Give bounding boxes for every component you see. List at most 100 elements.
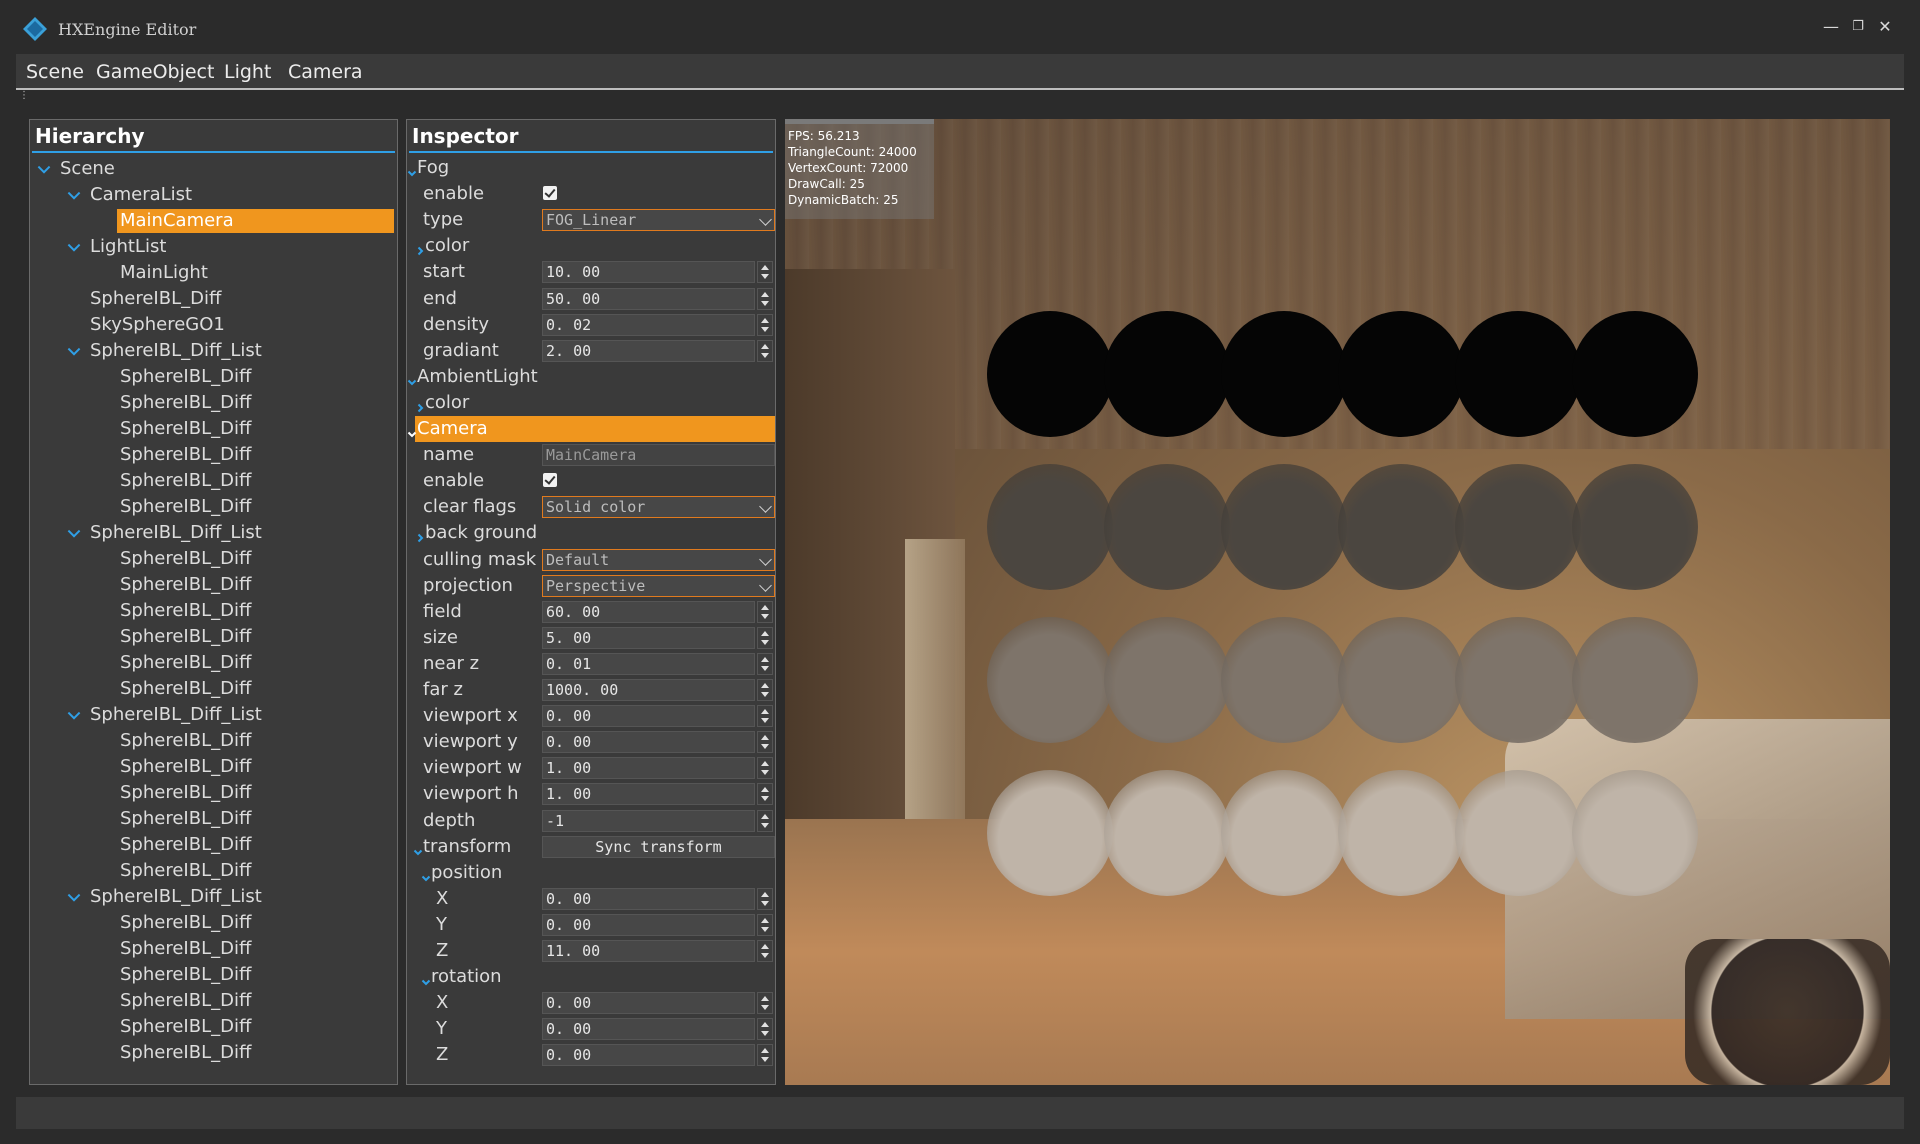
section-arrow-icon[interactable] (407, 372, 417, 386)
spinner-arrows-icon[interactable] (757, 940, 773, 962)
number-field-viewport-w[interactable]: 1. 00 (542, 757, 755, 780)
tree-item[interactable]: SphereIBL_Diff (120, 963, 251, 987)
section-label[interactable]: Fog (417, 155, 449, 181)
tree-item[interactable]: SphereIBL_Diff (120, 755, 251, 779)
sphere-3-0[interactable] (987, 770, 1113, 896)
tree-item[interactable]: SphereIBL_Diff (120, 807, 251, 831)
tree-item[interactable]: SphereIBL_Diff (120, 1015, 251, 1039)
spinner-arrows-icon[interactable] (757, 313, 773, 336)
number-field-viewport-y[interactable]: 0. 00 (542, 731, 755, 754)
tree-expand-arrow-icon[interactable] (66, 707, 82, 723)
section-arrow-icon[interactable] (421, 868, 431, 882)
dropdown-culling-mask[interactable]: Default (542, 548, 775, 571)
dropdown-clear-flags[interactable]: Solid color (542, 496, 775, 519)
sphere-2-2[interactable] (1221, 617, 1347, 743)
tree-item[interactable]: SkySphereGO1 (90, 313, 225, 337)
scene-viewport[interactable]: FPS: 56.213 TriangleCount: 24000 VertexC… (785, 119, 1890, 1085)
section-arrow-icon[interactable] (421, 972, 431, 986)
tree-expand-arrow-icon[interactable] (66, 343, 82, 359)
tree-item[interactable]: SphereIBL_Diff (120, 547, 251, 571)
section-label[interactable]: rotation (431, 964, 502, 990)
sphere-3-1[interactable] (1104, 770, 1230, 896)
spinner-arrows-icon[interactable] (757, 992, 773, 1015)
section-arrow-icon[interactable] (415, 241, 425, 256)
section-label[interactable]: color (425, 390, 469, 416)
tree-expand-arrow-icon[interactable] (66, 525, 82, 541)
section-arrow-icon[interactable] (415, 528, 425, 543)
spinner-arrows-icon[interactable] (757, 1018, 773, 1041)
tree-item[interactable]: SphereIBL_Diff (120, 443, 251, 467)
tree-item[interactable]: SphereIBL_Diff (90, 287, 221, 311)
number-field-depth[interactable]: -1 (542, 809, 755, 832)
number-field-z[interactable]: 11. 00 (542, 940, 755, 962)
sphere-2-3[interactable] (1338, 617, 1464, 743)
tree-item[interactable]: SphereIBL_Diff (120, 1041, 251, 1065)
number-field-y[interactable]: 0. 00 (542, 913, 755, 936)
number-field-x[interactable]: 0. 00 (542, 887, 755, 910)
sphere-0-3[interactable] (1338, 311, 1464, 437)
spinner-arrows-icon[interactable] (757, 679, 773, 701)
checkbox[interactable] (543, 473, 557, 488)
spinner-arrows-icon[interactable] (757, 731, 773, 754)
spinner-arrows-icon[interactable] (757, 757, 773, 780)
number-field-start[interactable]: 10. 00 (542, 261, 755, 284)
sphere-1-4[interactable] (1455, 464, 1581, 590)
number-field-viewport-h[interactable]: 1. 00 (542, 783, 755, 806)
number-field-size[interactable]: 5. 00 (542, 626, 755, 649)
sphere-2-4[interactable] (1455, 617, 1581, 743)
section-label[interactable]: AmbientLight (417, 364, 538, 390)
number-field-density[interactable]: 0. 02 (542, 313, 755, 336)
text-field-name[interactable]: MainCamera (542, 444, 775, 467)
spinner-arrows-icon[interactable] (757, 1044, 773, 1067)
number-field-end[interactable]: 50. 00 (542, 287, 755, 310)
section-label[interactable]: position (431, 860, 502, 886)
tree-item[interactable]: SphereIBL_Diff (120, 677, 251, 701)
tree-expand-arrow-icon[interactable] (66, 187, 82, 203)
spinner-arrows-icon[interactable] (757, 652, 773, 675)
tree-item[interactable]: SphereIBL_Diff (120, 599, 251, 623)
sphere-3-4[interactable] (1455, 770, 1581, 896)
tree-item[interactable]: SphereIBL_Diff_List (90, 521, 262, 545)
sphere-0-2[interactable] (1221, 311, 1347, 437)
number-field-y[interactable]: 0. 00 (542, 1018, 755, 1041)
menu-camera[interactable]: Camera (288, 61, 363, 83)
tree-item[interactable]: SphereIBL_Diff_List (90, 703, 262, 727)
spinner-arrows-icon[interactable] (757, 600, 773, 623)
tree-item[interactable]: SphereIBL_Diff (120, 911, 251, 935)
sphere-0-1[interactable] (1104, 311, 1230, 437)
section-arrow-icon[interactable] (407, 163, 417, 177)
spinner-arrows-icon[interactable] (757, 287, 773, 310)
tree-item[interactable]: Scene (60, 157, 115, 181)
section-arrow-icon[interactable] (415, 398, 425, 413)
tree-item[interactable]: MainLight (120, 261, 208, 285)
sphere-1-1[interactable] (1104, 464, 1230, 590)
section-arrow-icon[interactable] (407, 424, 417, 438)
tree-item-selected[interactable]: MainCamera (117, 209, 394, 233)
sphere-1-2[interactable] (1221, 464, 1347, 590)
sphere-3-3[interactable] (1338, 770, 1464, 896)
number-field-viewport-x[interactable]: 0. 00 (542, 705, 755, 728)
checkbox[interactable] (543, 186, 557, 201)
menu-scene[interactable]: Scene (26, 61, 84, 83)
tree-item[interactable]: SphereIBL_Diff_List (90, 885, 262, 909)
tree-item[interactable]: SphereIBL_Diff (120, 833, 251, 857)
tree-item[interactable]: SphereIBL_Diff_List (90, 339, 262, 363)
menu-light[interactable]: Light (224, 61, 271, 83)
spinner-arrows-icon[interactable] (757, 626, 773, 649)
tree-item[interactable]: SphereIBL_Diff (120, 469, 251, 493)
number-field-near-z[interactable]: 0. 01 (542, 652, 755, 675)
tree-item[interactable]: SphereIBL_Diff (120, 417, 251, 441)
tree-item[interactable]: SphereIBL_Diff (120, 937, 251, 961)
sphere-3-5[interactable] (1572, 770, 1698, 896)
tree-item[interactable]: SphereIBL_Diff (120, 989, 251, 1013)
sync-transform-button[interactable]: Sync transform (542, 835, 775, 858)
spinner-arrows-icon[interactable] (757, 913, 773, 936)
section-label[interactable]: back ground (425, 520, 537, 546)
close-button[interactable]: ✕ (1876, 18, 1894, 36)
sphere-0-5[interactable] (1572, 311, 1698, 437)
spinner-arrows-icon[interactable] (757, 705, 773, 728)
sphere-2-1[interactable] (1104, 617, 1230, 743)
spinner-arrows-icon[interactable] (757, 809, 773, 832)
tree-item[interactable]: SphereIBL_Diff (120, 781, 251, 805)
tree-expand-arrow-icon[interactable] (36, 161, 52, 177)
